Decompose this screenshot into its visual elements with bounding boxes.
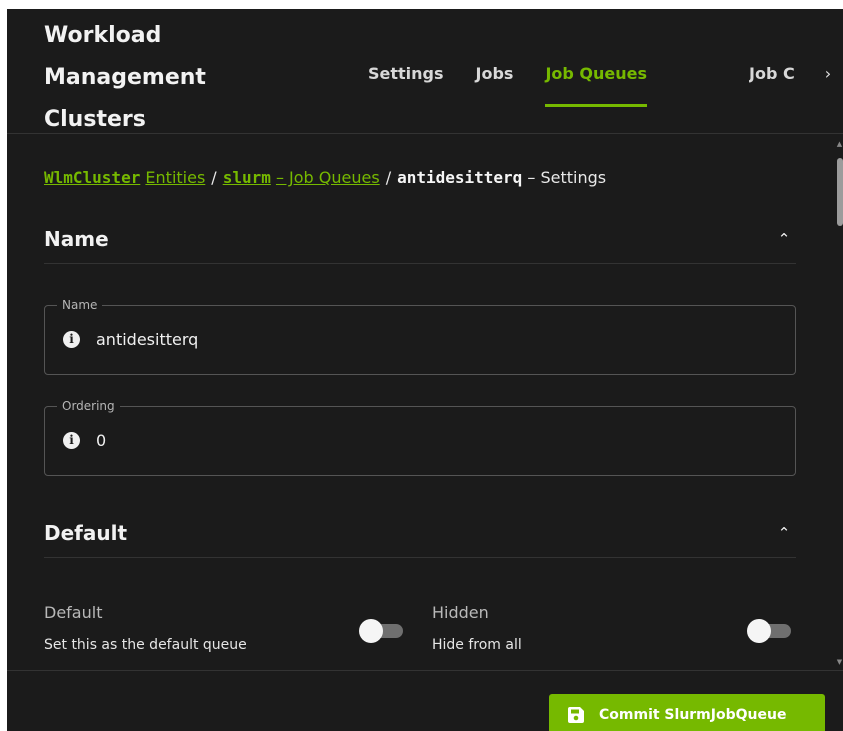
app-title: Workload Management Clusters [44, 23, 206, 132]
vertical-scrollbar[interactable]: ▲ ▼ [836, 134, 843, 670]
commit-button[interactable]: Commit SlurmJobQueue [549, 694, 825, 731]
breadcrumb-separator: / [211, 168, 217, 187]
breadcrumb-current-label: – Settings [527, 168, 607, 187]
save-icon [568, 707, 584, 723]
breadcrumb: WlmCluster Entities / slurm – Job Queues / a… [44, 168, 606, 187]
app-window: Workload Management Clusters Settings Jo… [7, 9, 843, 731]
scroll-up-arrow-icon[interactable]: ▲ [836, 140, 843, 148]
name-section-title: Name [44, 227, 109, 251]
name-input[interactable] [94, 328, 778, 352]
breadcrumb-scheduler-link[interactable]: – Job Queues [276, 168, 380, 187]
default-toggle-label: Default [44, 603, 103, 622]
toggle-thumb [747, 619, 771, 643]
breadcrumb-current-code: antidesitterq [397, 168, 523, 187]
hidden-toggle[interactable] [747, 618, 793, 643]
tab-jobs[interactable]: Jobs [460, 54, 530, 104]
breadcrumb-cluster-link[interactable]: Entities [145, 168, 205, 187]
info-icon: i [63, 432, 80, 449]
default-section-header[interactable]: Default ⌃ [44, 517, 796, 558]
breadcrumb-cluster-code[interactable]: WlmCluster [44, 168, 140, 187]
breadcrumb-separator: / [385, 168, 392, 187]
hidden-toggle-label: Hidden [432, 603, 489, 622]
scrollbar-thumb[interactable] [837, 158, 843, 226]
default-toggle[interactable] [359, 618, 405, 643]
footer-bar: Commit SlurmJobQueue [7, 670, 843, 731]
name-section-header[interactable]: Name ⌃ [44, 223, 796, 264]
name-field-label: Name [57, 297, 103, 313]
default-section-title: Default [44, 521, 128, 545]
tab-job-overflow[interactable]: Job C [749, 54, 802, 94]
ordering-field[interactable]: Ordering i [44, 398, 796, 476]
chevron-up-icon[interactable]: ⌃ [774, 229, 794, 249]
chevron-right-icon[interactable]: › [819, 64, 837, 84]
ordering-field-label: Ordering [57, 398, 120, 414]
toggle-thumb [359, 619, 383, 643]
info-icon: i [63, 331, 80, 348]
tab-job-queues[interactable]: Job Queues [529, 54, 663, 107]
name-field[interactable]: Name i [44, 297, 796, 375]
scroll-down-arrow-icon[interactable]: ▼ [836, 658, 843, 666]
header-bar: Workload Management Clusters Settings Jo… [7, 9, 843, 134]
tab-settings[interactable]: Settings [352, 54, 460, 104]
ordering-input[interactable] [94, 429, 778, 453]
tab-bar: Settings Jobs Job Queues [352, 54, 663, 107]
breadcrumb-scheduler-code[interactable]: slurm [223, 168, 271, 187]
default-toggle-description: Set this as the default queue [44, 637, 247, 653]
chevron-up-icon[interactable]: ⌃ [774, 523, 794, 543]
commit-button-label: Commit SlurmJobQueue [599, 707, 787, 723]
main-content: WlmCluster Entities / slurm – Job Queues / a… [7, 134, 836, 670]
hidden-toggle-description: Hide from all [432, 637, 522, 653]
